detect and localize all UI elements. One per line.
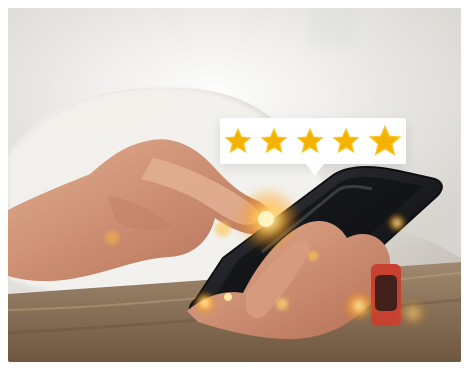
star-icon — [260, 127, 288, 154]
five-star-rating-bubble — [220, 118, 406, 176]
customer-rating-photo — [8, 8, 461, 362]
bokeh-light — [105, 231, 119, 245]
bokeh-light — [276, 298, 288, 310]
bokeh-light — [193, 291, 217, 315]
bokeh-light — [308, 251, 318, 261]
star-icon — [296, 127, 324, 154]
finger-glow-center — [258, 211, 274, 227]
bokeh-light — [387, 213, 407, 233]
bokeh-light — [224, 293, 232, 301]
star-icon — [368, 124, 402, 156]
bokeh-light — [400, 300, 426, 326]
star-icon — [224, 127, 252, 154]
watch-face — [375, 275, 397, 311]
bokeh-light — [343, 290, 375, 322]
bokeh-light — [215, 221, 231, 237]
star-icon — [332, 127, 360, 154]
photo-frame — [8, 8, 461, 362]
